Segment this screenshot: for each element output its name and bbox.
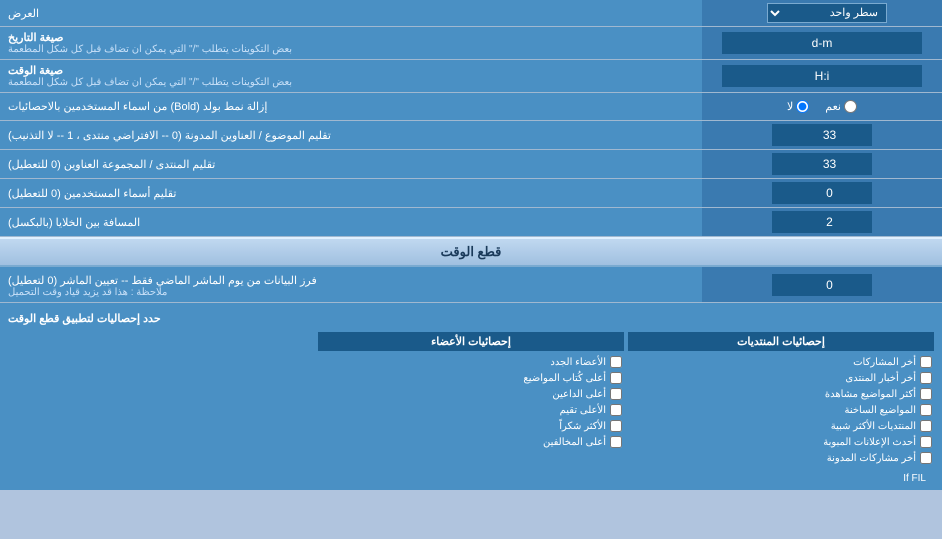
col1-item-4[interactable]: المنتديات الأكثر شبية <box>628 418 934 434</box>
stats-outer: حدد إحصاليات لتطبيق قطع الوقت إحصائيات ا… <box>0 303 942 490</box>
col2-item-2[interactable]: أعلى الداعين <box>318 386 624 402</box>
col2-item-4[interactable]: الأكثر شكراً <box>318 418 624 434</box>
bold-radio-container[interactable]: نعم لا <box>702 93 942 120</box>
gap-input-container <box>702 208 942 236</box>
bottom-text-row: If FIL <box>8 470 934 484</box>
col2-check-4[interactable] <box>610 420 622 432</box>
top-dropdown-container[interactable]: سطر واحدسطرينثلاثة أسطر <box>702 0 942 26</box>
top-row: سطر واحدسطرينثلاثة أسطر العرض <box>0 0 942 27</box>
bold-yes-radio[interactable] <box>844 100 857 113</box>
col2-check-5[interactable] <box>610 436 622 448</box>
cutoff-label: فرز البيانات من يوم الماشر الماضي فقط --… <box>8 274 317 287</box>
users-label: تقليم أسماء المستخدمين (0 للتعطيل) <box>8 187 176 200</box>
cutoff-label-container: فرز البيانات من يوم الماشر الماضي فقط --… <box>0 267 702 302</box>
col3-box <box>8 332 314 466</box>
cutoff-sublabel: ملاحظة : هذا قد يزيد قياد وقت التحميل <box>8 287 167 298</box>
bold-no-option[interactable]: لا <box>787 100 809 113</box>
col1-header: إحصائيات المنتديات <box>628 332 934 351</box>
bold-label: إزالة نمط بولد (Bold) من اسماء المستخدمي… <box>8 100 267 113</box>
users-input-container <box>702 179 942 207</box>
bold-no-radio[interactable] <box>796 100 809 113</box>
users-row: تقليم أسماء المستخدمين (0 للتعطيل) <box>0 179 942 208</box>
col2-item-3[interactable]: الأعلى تقيم <box>318 402 624 418</box>
col1-item-2[interactable]: أكثر المواضيع مشاهدة <box>628 386 934 402</box>
col1-check-6[interactable] <box>920 452 932 464</box>
col2-item-0[interactable]: الأعضاء الجدد <box>318 354 624 370</box>
bottom-text: If FIL <box>895 470 934 487</box>
users-input[interactable] <box>772 182 872 204</box>
date-format-label: صيغة التاريخ <box>8 31 63 44</box>
forum-input[interactable] <box>772 153 872 175</box>
top-row-label: العرض <box>8 7 39 20</box>
bold-label-container: إزالة نمط بولد (Bold) من اسماء المستخدمي… <box>0 93 702 120</box>
time-format-input[interactable] <box>722 65 922 87</box>
bold-no-label: لا <box>787 100 793 113</box>
gap-row: المسافة بين الخلايا (بالبكسل) <box>0 208 942 237</box>
col1-item-3[interactable]: المواضيع الساخنة <box>628 402 934 418</box>
col1-check-2[interactable] <box>920 388 932 400</box>
col1-item-0[interactable]: أخر المشاركات <box>628 354 934 370</box>
gap-label: المسافة بين الخلايا (بالبكسل) <box>8 216 140 229</box>
date-format-sublabel: بعض التكوينات يتطلب "/" التي يمكن ان تضا… <box>8 44 292 55</box>
col2-box: إحصائيات الأعضاء الأعضاء الجدد أعلى كُتا… <box>318 332 624 466</box>
topics-label-container: تقليم الموضوع / العناوين المدونة (0 -- ا… <box>0 121 702 149</box>
cutoff-row: فرز البيانات من يوم الماشر الماضي فقط --… <box>0 267 942 303</box>
col1-box: إحصائيات المنتديات أخر المشاركات أخر أخب… <box>628 332 934 466</box>
col1-item-1[interactable]: أخر أخبار المنتدى <box>628 370 934 386</box>
topics-input[interactable] <box>772 124 872 146</box>
col2-item-5[interactable]: أعلى المخالفين <box>318 434 624 450</box>
gap-label-container: المسافة بين الخلايا (بالبكسل) <box>0 208 702 236</box>
col1-check-3[interactable] <box>920 404 932 416</box>
col2-check-2[interactable] <box>610 388 622 400</box>
forum-label-container: تقليم المنتدى / المجموعة العناوين (0 للت… <box>0 150 702 178</box>
date-format-label-container: صيغة التاريخ بعض التكوينات يتطلب "/" الت… <box>0 27 702 59</box>
cutoff-input-container <box>702 267 942 302</box>
col2-check-3[interactable] <box>610 404 622 416</box>
bold-yes-option[interactable]: نعم <box>825 100 857 113</box>
time-format-row: صيغة الوقت بعض التكوينات يتطلب "/" التي … <box>0 60 942 93</box>
three-cols: إحصائيات المنتديات أخر المشاركات أخر أخب… <box>8 332 934 466</box>
bold-yes-label: نعم <box>825 100 841 113</box>
topics-label: تقليم الموضوع / العناوين المدونة (0 -- ا… <box>8 129 331 142</box>
gap-input[interactable] <box>772 211 872 233</box>
col1-check-5[interactable] <box>920 436 932 448</box>
forum-input-container <box>702 150 942 178</box>
cutoff-section-title: قطع الوقت <box>441 244 502 259</box>
col2-header: إحصائيات الأعضاء <box>318 332 624 351</box>
col1-item-6[interactable]: أخر مشاركات المدونة <box>628 450 934 466</box>
bold-row: نعم لا إزالة نمط بولد (Bold) من اسماء ال… <box>0 93 942 121</box>
stats-top-label-row: حدد إحصاليات لتطبيق قطع الوقت <box>8 309 934 328</box>
stats-top-label: حدد إحصاليات لتطبيق قطع الوقت <box>8 309 161 328</box>
users-label-container: تقليم أسماء المستخدمين (0 للتعطيل) <box>0 179 702 207</box>
time-format-label-container: صيغة الوقت بعض التكوينات يتطلب "/" التي … <box>0 60 702 92</box>
forum-label: تقليم المنتدى / المجموعة العناوين (0 للت… <box>8 158 215 171</box>
date-format-row: صيغة التاريخ بعض التكوينات يتطلب "/" الت… <box>0 27 942 60</box>
time-format-label: صيغة الوقت <box>8 64 63 77</box>
date-format-input-container <box>702 27 942 59</box>
cutoff-section-header: قطع الوقت <box>0 237 942 267</box>
forum-row: تقليم المنتدى / المجموعة العناوين (0 للت… <box>0 150 942 179</box>
col1-item-5[interactable]: أحدث الإعلانات المبوبة <box>628 434 934 450</box>
cutoff-input[interactable] <box>772 274 872 296</box>
col2-item-1[interactable]: أعلى كُتاب المواضيع <box>318 370 624 386</box>
top-row-label-container: العرض <box>0 0 702 26</box>
topics-input-container <box>702 121 942 149</box>
col2-check-0[interactable] <box>610 356 622 368</box>
col1-check-0[interactable] <box>920 356 932 368</box>
topics-row: تقليم الموضوع / العناوين المدونة (0 -- ا… <box>0 121 942 150</box>
col1-check-1[interactable] <box>920 372 932 384</box>
date-format-input[interactable] <box>722 32 922 54</box>
time-format-sublabel: بعض التكوينات يتطلب "/" التي يمكن ان تضا… <box>8 77 292 88</box>
time-format-input-container <box>702 60 942 92</box>
col1-check-4[interactable] <box>920 420 932 432</box>
col2-check-1[interactable] <box>610 372 622 384</box>
display-select[interactable]: سطر واحدسطرينثلاثة أسطر <box>767 3 887 23</box>
